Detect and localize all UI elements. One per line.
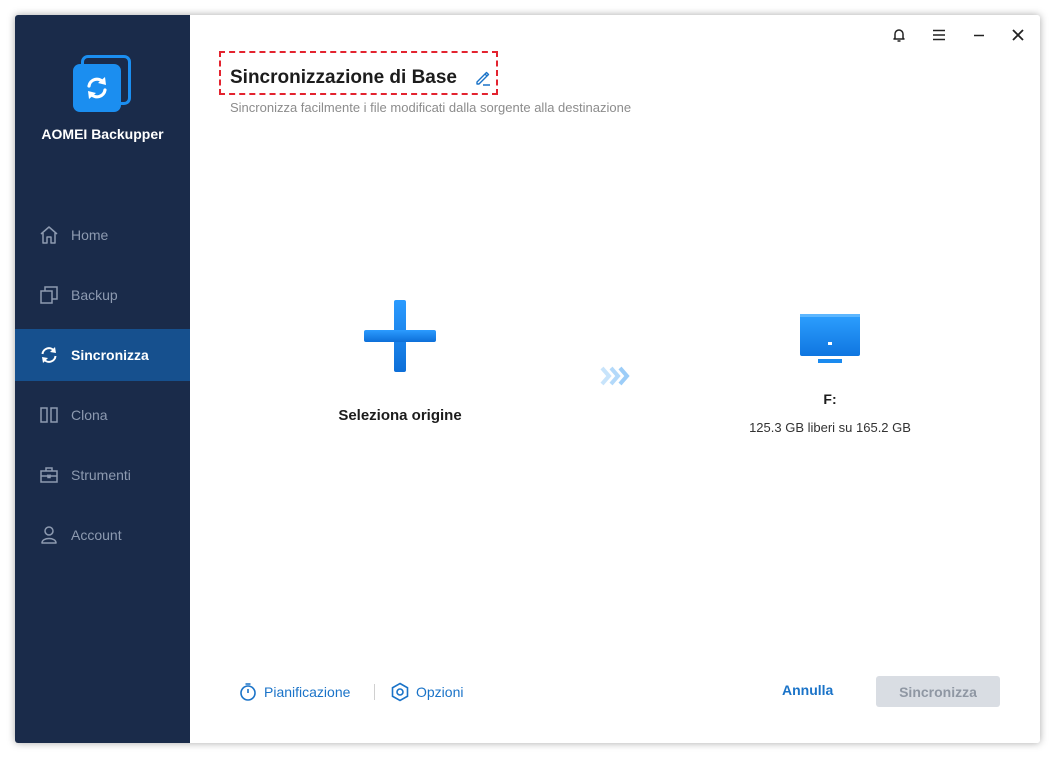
sidebar-item-label: Sincronizza [71, 347, 149, 363]
sidebar-item-account[interactable]: Account [15, 509, 190, 561]
sidebar-item-label: Account [71, 527, 122, 543]
notification-bell-button[interactable] [887, 23, 911, 47]
monitor-icon [800, 314, 860, 363]
minimize-icon [974, 34, 984, 37]
app-logo-area: AOMEI Backupper [15, 15, 190, 165]
close-icon [1012, 29, 1024, 41]
clone-icon [38, 404, 60, 426]
user-icon [38, 524, 60, 546]
plus-icon [364, 300, 436, 372]
source-label: Seleziona origine [338, 407, 462, 424]
page-title: Sincronizzazione di Base [230, 67, 457, 88]
close-button[interactable] [1006, 23, 1030, 47]
bell-icon [893, 29, 905, 42]
sidebar-item-label: Backup [71, 287, 118, 303]
sidebar-item-strumenti[interactable]: Strumenti [15, 449, 190, 501]
minimize-button[interactable] [967, 23, 991, 47]
hamburger-menu-icon [933, 29, 945, 41]
footer-divider [374, 684, 375, 700]
cancel-button[interactable]: Annulla [782, 682, 833, 698]
sidebar-item-backup[interactable]: Backup [15, 269, 190, 321]
sidebar: AOMEI Backupper Home Backup Sincronizza … [15, 15, 190, 743]
schedule-link[interactable]: Pianificazione [238, 680, 350, 704]
toolbox-icon [38, 464, 60, 486]
stopwatch-icon [240, 683, 256, 701]
sync-icon [38, 344, 60, 366]
main-panel: Sincronizzazione di Base Sincronizza fac… [190, 15, 1040, 743]
options-link[interactable]: Opzioni [390, 680, 463, 704]
app-name: AOMEI Backupper [41, 126, 164, 142]
schedule-label: Pianificazione [264, 684, 351, 700]
destination-drive-label: F: [823, 391, 837, 407]
home-icon [38, 224, 60, 246]
select-destination-button[interactable]: F: 125.3 GB liberi su 165.2 GB [730, 310, 930, 440]
edit-title-icon[interactable] [474, 69, 492, 87]
app-window: AOMEI Backupper Home Backup Sincronizza … [15, 15, 1040, 743]
sidebar-item-label: Home [71, 227, 109, 243]
sidebar-item-label: Strumenti [71, 467, 131, 483]
direction-arrows-icon [598, 365, 634, 387]
sidebar-item-label: Clona [71, 407, 108, 423]
app-logo-icon [73, 64, 121, 112]
sidebar-item-clona[interactable]: Clona [15, 389, 190, 441]
select-source-button[interactable]: Seleziona origine [330, 295, 470, 445]
page-subtitle: Sincronizza facilmente i file modificati… [230, 100, 632, 115]
options-gear-icon [391, 682, 409, 702]
menu-button[interactable] [927, 23, 951, 47]
destination-space-info: 125.3 GB liberi su 165.2 GB [749, 420, 911, 435]
copy-icon [38, 284, 60, 306]
sidebar-item-sincronizza[interactable]: Sincronizza [15, 329, 190, 381]
options-label: Opzioni [416, 684, 464, 700]
sidebar-item-home[interactable]: Home [15, 209, 190, 261]
sync-button[interactable]: Sincronizza [876, 676, 1000, 707]
